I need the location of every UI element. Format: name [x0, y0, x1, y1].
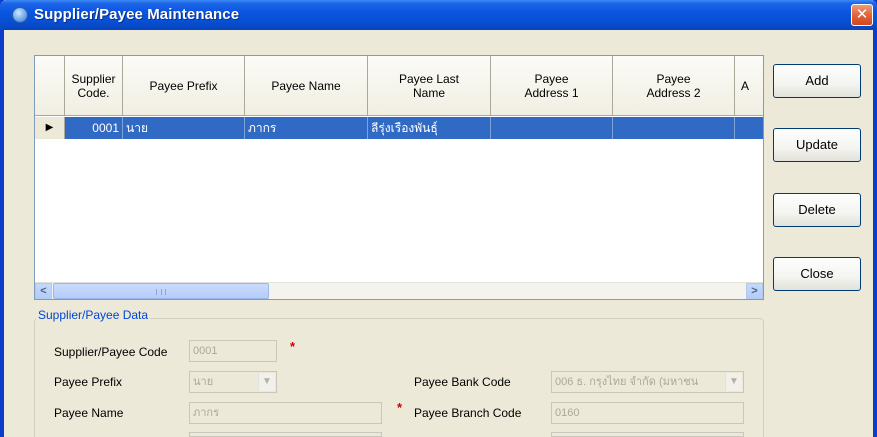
- chevron-down-icon[interactable]: ▼: [725, 373, 742, 391]
- column-header-payee-address-3[interactable]: A: [735, 56, 763, 116]
- title-bar[interactable]: Supplier/Payee Maintenance ✕: [0, 0, 877, 30]
- table-row[interactable]: ▶ 0001 นาย ภากร ลีรุ่งเรืองพันธุ์: [35, 117, 763, 139]
- cell-supplier-code[interactable]: 0001: [65, 117, 123, 139]
- payee-branch-code-field[interactable]: 0160: [551, 402, 744, 424]
- column-header-supplier-code[interactable]: Supplier Code.: [65, 56, 123, 116]
- window-title: Supplier/Payee Maintenance: [34, 6, 240, 23]
- next-field-right[interactable]: [551, 432, 744, 437]
- next-field-left[interactable]: [189, 432, 382, 437]
- close-icon[interactable]: ✕: [851, 4, 873, 26]
- cell-payee-address-1[interactable]: [491, 117, 613, 139]
- delete-button[interactable]: Delete: [773, 193, 861, 227]
- required-marker: *: [290, 339, 296, 354]
- column-header-payee-address-1[interactable]: Payee Address 1: [491, 56, 613, 116]
- column-header-payee-last-name[interactable]: Payee Last Name: [368, 56, 491, 116]
- cell-payee-prefix[interactable]: นาย: [123, 117, 245, 139]
- payee-branch-code-label: Payee Branch Code: [414, 406, 522, 420]
- close-button[interactable]: Close: [773, 257, 861, 291]
- column-header-payee-prefix[interactable]: Payee Prefix: [123, 56, 245, 116]
- supplier-payee-code-field[interactable]: 0001: [189, 340, 277, 362]
- payee-name-label: Payee Name: [54, 406, 124, 420]
- payee-bank-code-select[interactable]: 006 ธ. กรุงไทย จำกัด (มหาชน ▼: [551, 371, 744, 393]
- column-header-payee-name[interactable]: Payee Name: [245, 56, 368, 116]
- payee-prefix-value: นาย: [193, 376, 214, 388]
- group-title: Supplier/Payee Data: [36, 308, 151, 322]
- scrollbar-thumb[interactable]: [53, 283, 269, 299]
- scroll-right-button[interactable]: >: [746, 283, 763, 299]
- grip-icon: [156, 289, 166, 295]
- supplier-payee-code-label: Supplier/Payee Code: [54, 345, 168, 359]
- app-icon: [12, 7, 28, 23]
- payee-name-field[interactable]: ภากร: [189, 402, 382, 424]
- payee-bank-code-label: Payee Bank Code: [414, 375, 511, 389]
- required-marker: *: [397, 400, 403, 415]
- cell-payee-address-3[interactable]: [735, 117, 763, 139]
- grid-header: Supplier Code. Payee Prefix Payee Name P…: [35, 56, 763, 116]
- update-button[interactable]: Update: [773, 128, 861, 162]
- row-header-corner: [35, 56, 65, 116]
- cell-payee-name[interactable]: ภากร: [245, 117, 368, 139]
- payee-prefix-label: Payee Prefix: [54, 375, 123, 389]
- chevron-down-icon[interactable]: ▼: [258, 373, 275, 391]
- horizontal-scrollbar[interactable]: < >: [35, 282, 763, 299]
- cell-payee-address-2[interactable]: [613, 117, 735, 139]
- scroll-left-button[interactable]: <: [35, 283, 52, 299]
- column-header-payee-address-2[interactable]: Payee Address 2: [613, 56, 735, 116]
- row-pointer-icon[interactable]: ▶: [35, 117, 65, 139]
- add-button[interactable]: Add: [773, 64, 861, 98]
- cell-payee-last-name[interactable]: ลีรุ่งเรืองพันธุ์: [368, 117, 491, 139]
- payee-bank-code-value: 006 ธ. กรุงไทย จำกัด (มหาชน: [555, 376, 699, 388]
- payee-prefix-select[interactable]: นาย ▼: [189, 371, 277, 393]
- payee-grid[interactable]: Supplier Code. Payee Prefix Payee Name P…: [34, 55, 764, 300]
